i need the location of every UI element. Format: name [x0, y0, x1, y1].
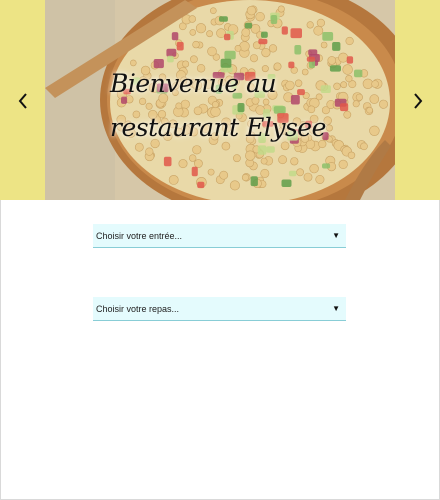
hero-title-line1: Bienvenue au: [110, 69, 277, 98]
hero-title: Bienvenue au restaurant Elysee: [110, 62, 330, 150]
hero-banner: Bienvenue au restaurant Elysee: [0, 0, 440, 200]
entree-select-value: Choisir votre entrée...: [96, 230, 183, 241]
chevron-left-icon: [18, 93, 27, 109]
chevron-down-icon: ▼: [332, 304, 340, 313]
carousel-prev-button[interactable]: [13, 88, 33, 114]
repas-select-value: Choisir votre repas...: [96, 303, 180, 314]
carousel-next-button[interactable]: [408, 88, 428, 114]
entree-select[interactable]: Choisir votre entrée... ▼: [93, 224, 346, 248]
repas-select[interactable]: Choisir votre repas... ▼: [93, 297, 346, 321]
chevron-right-icon: [414, 93, 423, 109]
hero-title-line2: restaurant Elysee: [110, 113, 326, 142]
chevron-down-icon: ▼: [332, 231, 340, 240]
